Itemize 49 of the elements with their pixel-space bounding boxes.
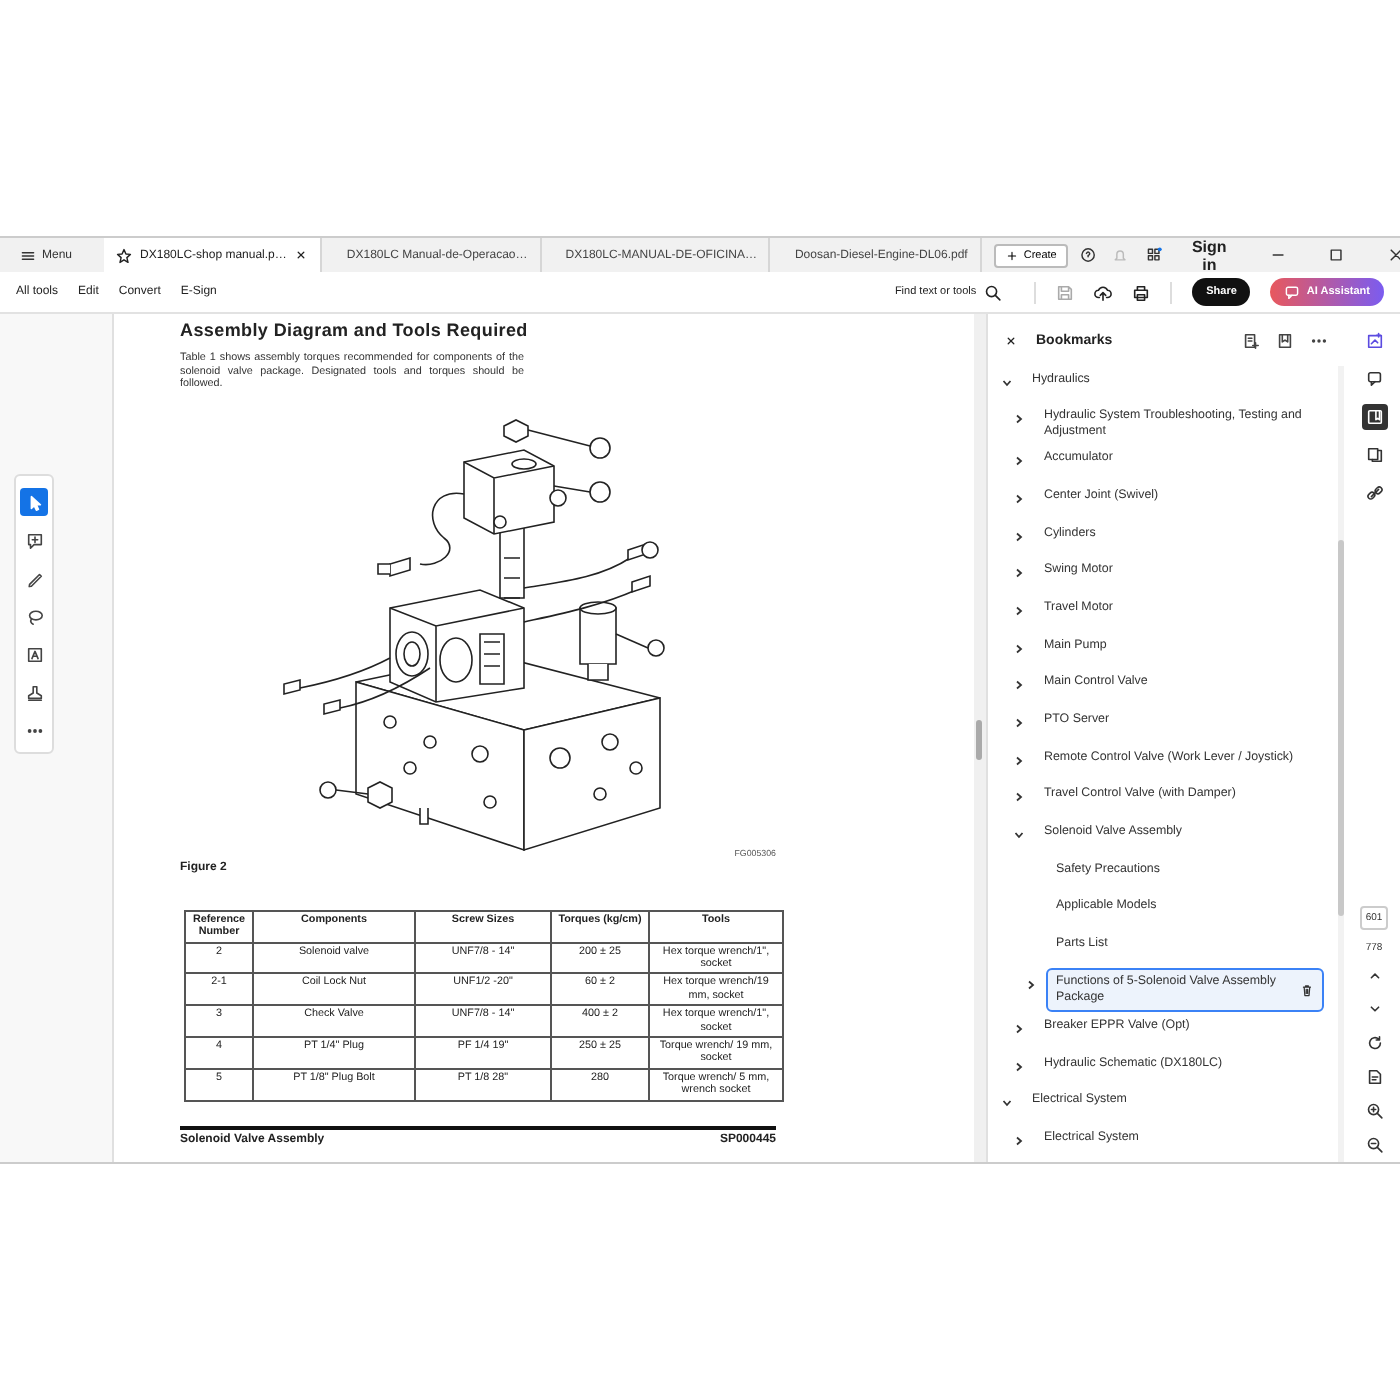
chat-icon	[1284, 284, 1301, 300]
trash-icon[interactable]	[1300, 982, 1314, 999]
page-heading: Assembly Diagram and Tools Required	[180, 320, 530, 340]
stamp-icon[interactable]	[25, 683, 43, 701]
scrollbar-thumb[interactable]	[1338, 540, 1344, 916]
cloud-upload-icon[interactable]	[1094, 283, 1113, 301]
help-icon[interactable]	[1080, 246, 1097, 264]
zoom-in-icon[interactable]	[1365, 1102, 1383, 1120]
chevron-right-icon[interactable]	[1014, 493, 1024, 504]
tool-button[interactable]	[20, 488, 48, 516]
chevron-down-icon[interactable]	[1002, 377, 1012, 387]
chevron-right-icon[interactable]	[1014, 718, 1024, 728]
star-icon[interactable]	[116, 247, 133, 263]
sign-in-button[interactable]: Sign in	[1177, 237, 1254, 273]
page-icon[interactable]	[1365, 1068, 1383, 1086]
print-icon[interactable]	[1132, 283, 1151, 301]
close-icon[interactable]	[1004, 333, 1018, 347]
chevron-right-icon[interactable]	[1014, 414, 1024, 425]
chevron-right-icon[interactable]	[1014, 456, 1024, 467]
comment-icon[interactable]	[25, 531, 43, 549]
scrollbar-thumb[interactable]	[976, 720, 982, 760]
chevron-right-icon[interactable]	[1026, 979, 1036, 990]
chevron-down-icon[interactable]	[1002, 1098, 1012, 1109]
plus-icon	[1005, 249, 1018, 261]
maximize-icon[interactable]	[1328, 246, 1345, 264]
chevron-right-icon[interactable]	[1014, 568, 1024, 579]
chevron-right-icon[interactable]	[1014, 605, 1024, 616]
pen-icon[interactable]	[25, 569, 43, 587]
chevron-right-icon[interactable]	[1014, 755, 1024, 766]
chevron-right-icon[interactable]	[1014, 643, 1024, 654]
add-bookmark-icon[interactable]	[1242, 331, 1260, 349]
menu-icon	[20, 247, 36, 263]
text-box-icon[interactable]	[25, 645, 43, 663]
close-icon[interactable]	[294, 248, 309, 262]
chevron-right-icon[interactable]	[1014, 1061, 1024, 1071]
bookmark-icon[interactable]	[1276, 331, 1294, 349]
chevron-right-icon[interactable]	[1014, 792, 1024, 803]
search-icon	[984, 283, 1003, 301]
rotate-icon[interactable]	[1365, 1034, 1383, 1052]
close-icon[interactable]	[1387, 246, 1400, 264]
zoom-out-icon[interactable]	[1365, 1136, 1383, 1154]
apps-icon[interactable]	[1145, 246, 1162, 264]
chevron-right-icon[interactable]	[1014, 531, 1024, 542]
chevron-down-icon[interactable]	[1014, 830, 1024, 841]
chevron-right-icon[interactable]	[1014, 1023, 1024, 1034]
chevron-right-icon[interactable]	[1014, 1135, 1024, 1146]
lasso-icon[interactable]	[25, 607, 43, 625]
chevron-right-icon[interactable]	[1014, 680, 1024, 691]
pointer-icon[interactable]	[25, 493, 43, 511]
